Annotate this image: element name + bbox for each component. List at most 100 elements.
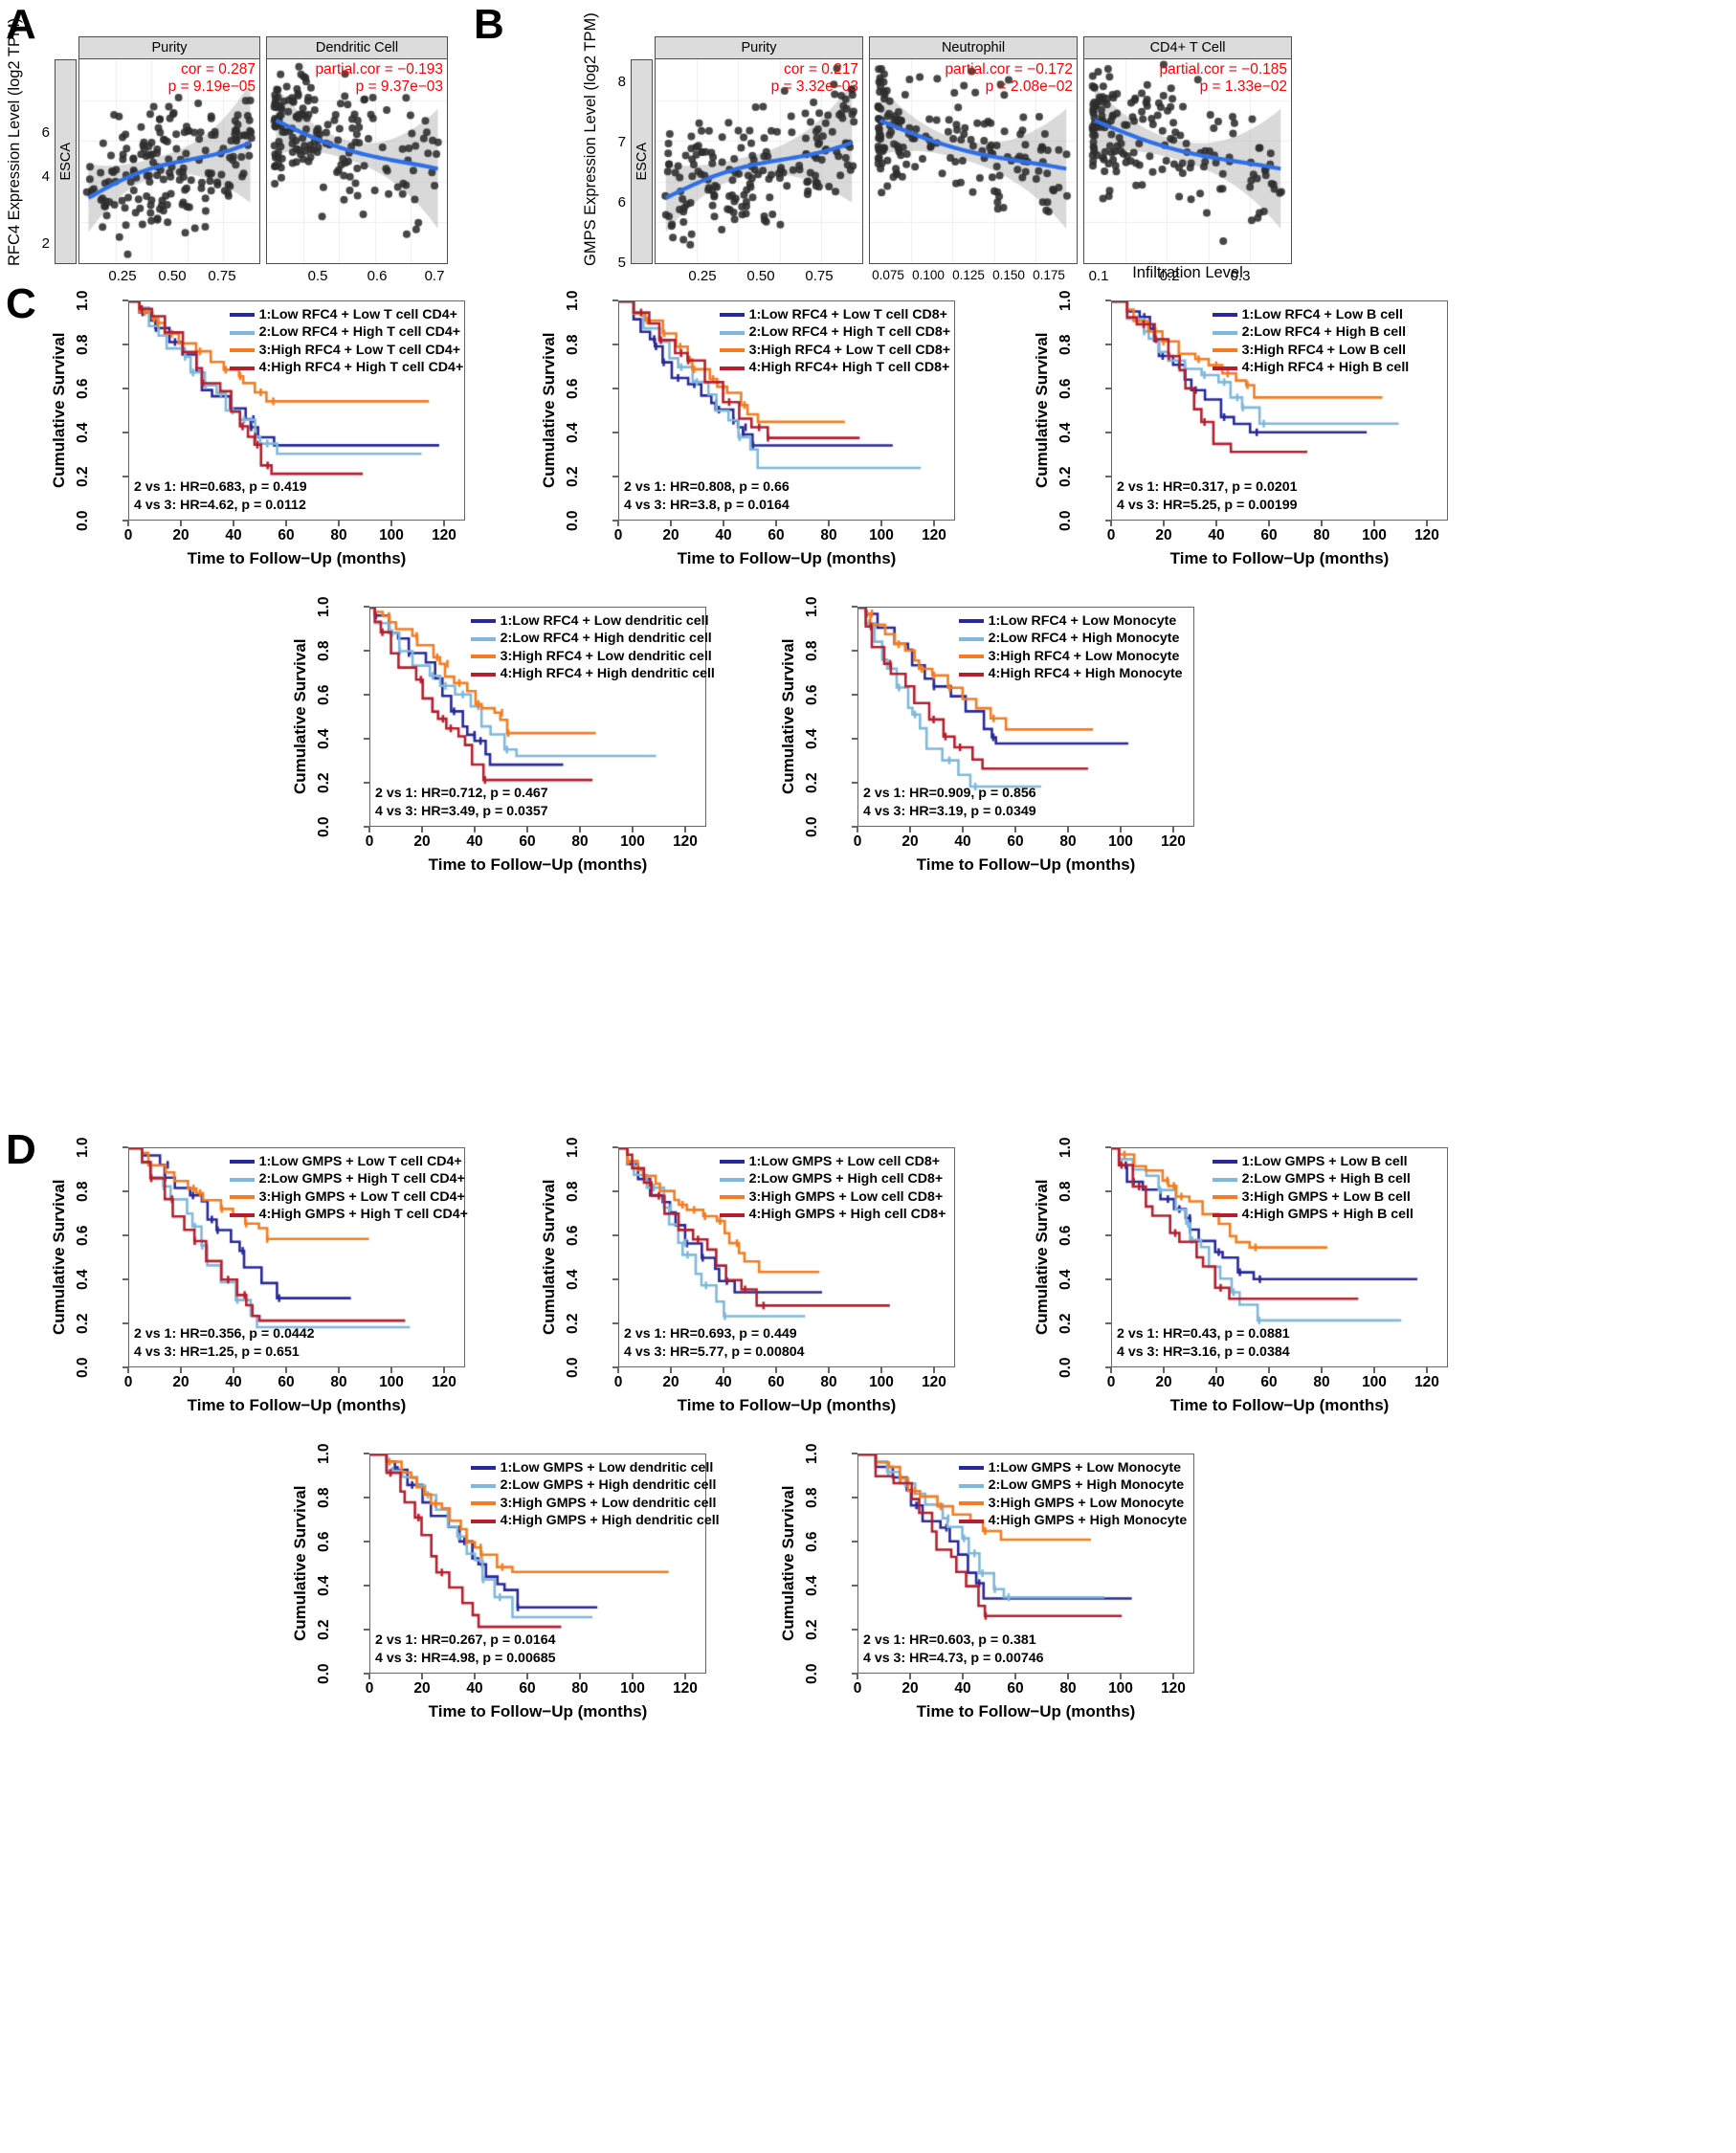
km-legend-item-4[interactable]: 4:High GMPS + High dendritic cell	[470, 1512, 720, 1529]
km-legend-item-2[interactable]: 2:Low GMPS + High T cell CD4+	[229, 1170, 468, 1187]
km-legend-item-3[interactable]: 3:High GMPS + Low cell CD8+	[719, 1188, 946, 1206]
km-xtick-mark	[421, 827, 423, 832]
km-legend-item-1[interactable]: 1:Low RFC4 + Low dendritic cell	[470, 612, 715, 630]
km-legend-item-3[interactable]: 3:High RFC4 + Low dendritic cell	[470, 648, 715, 665]
km-ytick-0.8: 0.8	[804, 640, 820, 661]
km-xtick-mark	[443, 521, 445, 526]
km-legend-item-3[interactable]: 3:High RFC4 + Low T cell CD4+	[229, 342, 464, 359]
panel-a-dendritic-xtick-1: 0.6	[367, 268, 388, 284]
panel-b-row-strip-esca: ESCA	[631, 59, 653, 264]
km-xtick-mark	[880, 521, 882, 526]
km-legend-swatch-icon	[229, 1160, 255, 1165]
km-legend-item-2[interactable]: 2:Low GMPS + High B cell	[1212, 1170, 1413, 1187]
km-legend-item-3[interactable]: 3:High GMPS + Low Monocyte	[958, 1495, 1188, 1512]
km-legend-item-4[interactable]: 4:High RFC4 + High dendritic cell	[470, 665, 715, 682]
km-legend-item-4[interactable]: 4:High RFC4+ High T cell CD8+	[719, 359, 951, 376]
km-xtick-mark	[933, 521, 935, 526]
km-legend-item-1[interactable]: 1:Low GMPS + Low B cell	[1212, 1153, 1413, 1170]
km-legend-item-3[interactable]: 3:High RFC4 + Low T cell CD8+	[719, 342, 950, 359]
km-legend-label: 2:Low RFC4 + High T cell CD4+	[258, 324, 461, 341]
km-xtick-80: 80	[571, 833, 589, 850]
panel-b-purity-xtick-1: 0.50	[746, 268, 775, 284]
km-stats-box: 2 vs 1: HR=0.693, p = 0.449 4 vs 3: HR=5.…	[624, 1325, 805, 1361]
km-x-axis-label: Time to Follow−Up (months)	[677, 549, 897, 567]
km-legend-item-4[interactable]: 4:High GMPS + High cell CD8+	[719, 1206, 946, 1223]
panel-b-scatter-group: GMPS Expression Level (log2 TPM) 5 6 7 8…	[469, 12, 1736, 284]
km-legend-item-4[interactable]: 4:High GMPS + High T cell CD4+	[229, 1206, 468, 1223]
km-legend-item-2[interactable]: 2:Low RFC4 + High T cell CD8+	[719, 323, 950, 341]
km-ytick-0.4: 0.4	[804, 728, 820, 749]
km-legend-label: 1:Low GMPS + Low dendritic cell	[500, 1460, 714, 1476]
km-ytick-0.2: 0.2	[1057, 1313, 1074, 1334]
km-legend-item-2[interactable]: 2:Low RFC4 + High T cell CD4+	[229, 323, 464, 341]
km-legend-item-2[interactable]: 2:Low RFC4 + High Monocyte	[958, 630, 1183, 647]
km-xtick-mark	[880, 1367, 882, 1373]
km-legend-item-4[interactable]: 4:High RFC4 + High T cell CD4+	[229, 359, 463, 376]
km-x-axis-label: Time to Follow−Up (months)	[916, 1702, 1136, 1720]
km-legend-item-1[interactable]: 1:Low GMPS + Low cell CD8+	[719, 1153, 946, 1170]
km-ytick-0.8: 0.8	[1057, 334, 1074, 355]
km-ytick-0.6: 0.6	[1057, 378, 1074, 399]
km-legend-item-2[interactable]: 2:Low RFC4 + High dendritic cell	[470, 630, 715, 647]
km-legend-item-3[interactable]: 3:High RFC4 + Low B cell	[1212, 342, 1410, 359]
panel-b-ytick-7: 7	[617, 134, 626, 150]
km-y-axis-label: Cumulative Survival	[779, 1485, 797, 1642]
panel-a-facet-dendritic: Dendritic Cell partial.cor = −0.193 p = 9…	[266, 36, 448, 264]
km-plot-c1: Cumulative Survival 0.0 0.2 0.4 0.6 0.8 1.0 0 20…	[46, 287, 496, 574]
panel-a-ytick-2: 2	[41, 235, 50, 252]
km-legend-item-4[interactable]: 4:High RFC4 + High Monocyte	[958, 665, 1183, 682]
km-xtick-mark	[684, 1674, 686, 1679]
km-legend-swatch-icon	[958, 1501, 984, 1506]
km-xtick-100: 100	[869, 527, 894, 544]
km-legend-item-2[interactable]: 2:Low GMPS + High dendritic cell	[470, 1476, 720, 1494]
km-plot-c4: Cumulative Survival 0.0 0.2 0.4 0.6 0.8 1.0 0 20…	[287, 593, 737, 880]
km-legend-swatch-icon	[1212, 366, 1237, 370]
km-ytick-0.2: 0.2	[804, 772, 820, 793]
km-legend-item-1[interactable]: 1:Low RFC4 + Low Monocyte	[958, 612, 1183, 630]
km-xtick-mark	[233, 521, 234, 526]
km-legend-item-2[interactable]: 2:Low GMPS + High cell CD8+	[719, 1170, 946, 1187]
km-legend-item-1[interactable]: 1:Low GMPS + Low dendritic cell	[470, 1459, 720, 1476]
panel-a-dendritic-xtick-0: 0.5	[307, 268, 328, 284]
km-xtick-mark	[180, 521, 182, 526]
km-xtick-0: 0	[613, 527, 623, 544]
km-legend-item-2[interactable]: 2:Low RFC4 + High B cell	[1212, 323, 1410, 341]
km-legend-item-1[interactable]: 1:Low RFC4 + Low T cell CD4+	[229, 306, 464, 323]
km-stats-line-2: 4 vs 3: HR=1.25, p = 0.651	[134, 1343, 300, 1360]
panel-b-facet-cd4-stats: partial.cor = −0.185 p = 1.33e−02	[1159, 61, 1287, 96]
km-legend-swatch-icon	[229, 348, 255, 353]
km-plot-d3: Cumulative Survival 0.0 0.2 0.4 0.6 0.8 1.0 0 20…	[1029, 1134, 1479, 1421]
km-legend-swatch-icon	[1212, 1195, 1237, 1200]
km-legend-item-4[interactable]: 4:High GMPS + High Monocyte	[958, 1512, 1187, 1529]
km-legend-swatch-icon	[719, 348, 745, 353]
km-xtick-40: 40	[1208, 527, 1225, 544]
km-legend-item-4[interactable]: 4:High GMPS + High B cell	[1212, 1206, 1413, 1223]
km-stats-box: 2 vs 1: HR=0.267, p = 0.0164 4 vs 3: HR=4…	[375, 1631, 556, 1667]
panel-a-facet-dendritic-stats: partial.cor = −0.193 p = 9.37e−03	[315, 61, 443, 96]
km-ytick-0.6: 0.6	[565, 378, 581, 399]
km-legend-item-4[interactable]: 4:High RFC4 + High B cell	[1212, 359, 1409, 376]
km-legend-swatch-icon	[1212, 348, 1237, 353]
km-legend-item-3[interactable]: 3:High GMPS + Low T cell CD4+	[229, 1188, 468, 1206]
km-legend-item-1[interactable]: 1:Low GMPS + Low Monocyte	[958, 1459, 1188, 1476]
km-legend-item-1[interactable]: 1:Low GMPS + Low T cell CD4+	[229, 1153, 468, 1170]
km-legend-item-3[interactable]: 3:High GMPS + Low dendritic cell	[470, 1495, 720, 1512]
km-plot-d1: Cumulative Survival 0.0 0.2 0.4 0.6 0.8 1.0 0 20…	[46, 1134, 496, 1421]
km-ytick-0.4: 0.4	[1057, 422, 1074, 443]
km-ytick-0.4: 0.4	[804, 1575, 820, 1596]
km-ytick-0.6: 0.6	[75, 378, 91, 399]
km-xtick-20: 20	[901, 833, 919, 850]
km-ytick-0.8: 0.8	[804, 1487, 820, 1508]
km-xtick-mark	[180, 1367, 182, 1373]
km-ytick-0.8: 0.8	[565, 334, 581, 355]
km-xtick-mark	[1163, 1367, 1165, 1373]
km-ytick-1.0: 1.0	[75, 1137, 91, 1158]
km-xtick-mark	[857, 827, 858, 832]
km-legend-item-1[interactable]: 1:Low RFC4 + Low T cell CD8+	[719, 306, 951, 323]
km-ytick-0.0: 0.0	[1057, 1357, 1074, 1378]
km-xtick-mark	[127, 1367, 129, 1373]
km-legend-item-1[interactable]: 1:Low RFC4 + Low B cell	[1212, 306, 1410, 323]
km-legend-item-3[interactable]: 3:High GMPS + Low B cell	[1212, 1188, 1413, 1206]
km-legend-item-3[interactable]: 3:High RFC4 + Low Monocyte	[958, 648, 1183, 665]
km-legend-item-2[interactable]: 2:Low GMPS + High Monocyte	[958, 1476, 1188, 1494]
